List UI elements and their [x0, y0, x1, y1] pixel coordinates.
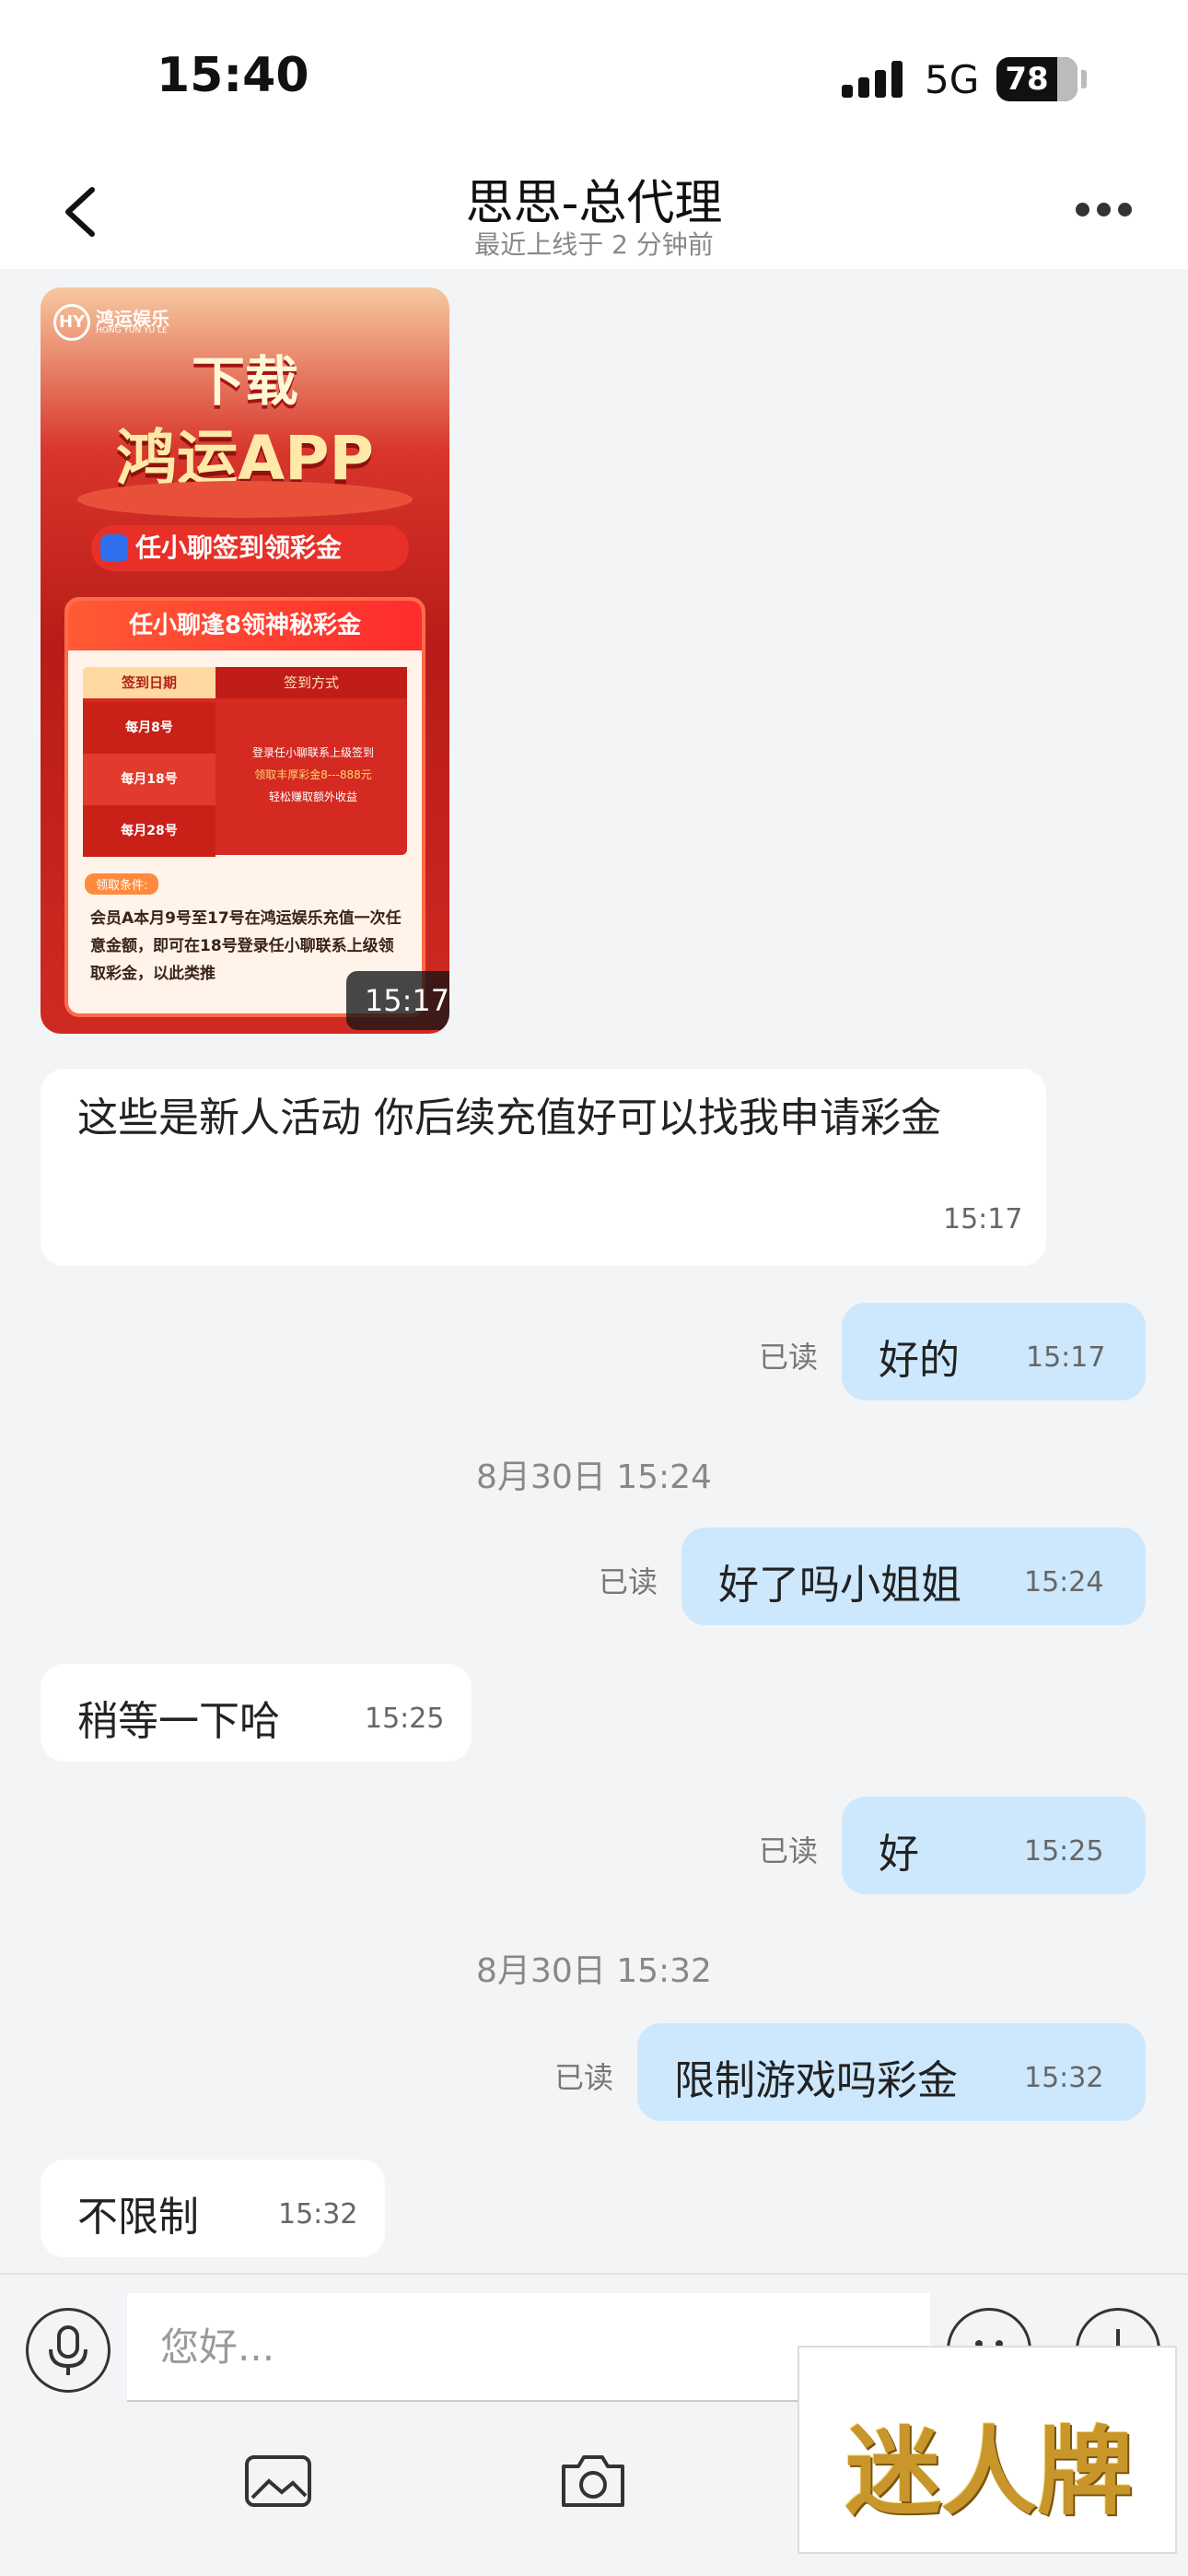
incoming-message[interactable]: 稍等一下哈 15:25 — [41, 1664, 472, 1762]
message-text: 好了吗小姐姐 — [718, 1562, 961, 1609]
read-receipt: 已读 — [759, 1833, 819, 1868]
read-receipt: 已读 — [759, 1340, 819, 1375]
status-time: 15:40 — [157, 48, 309, 103]
message-time: 15:17 — [1026, 1341, 1106, 1374]
message-text: 这些是新人活动 你后续充值好可以找我申请彩金 — [77, 1095, 941, 1142]
date-separator: 8月30日 15:32 — [476, 1952, 712, 1990]
read-receipt: 已读 — [554, 2060, 614, 2095]
chat-header: 思思-总代理 最近上线于 2 分钟前 — [0, 147, 1188, 269]
message-time: 15:25 — [365, 1703, 445, 1735]
camera-icon[interactable] — [556, 2444, 630, 2518]
message-time: 15:32 — [278, 2198, 358, 2231]
poster-table: 签到日期 签到方式 每月8号 每月18号 每月28号 登录任小聊联系上级签到 领… — [83, 667, 407, 857]
incoming-message[interactable]: 这些是新人活动 你后续充值好可以找我申请彩金 15:17 — [41, 1069, 1046, 1266]
contact-name[interactable]: 思思-总代理 — [0, 164, 1188, 233]
outgoing-message[interactable]: 好了吗小姐姐 15:24 — [681, 1528, 1146, 1625]
network-type: 5G — [925, 57, 980, 102]
incoming-message[interactable]: 不限制 15:32 — [41, 2160, 385, 2257]
poster-logo: HY 鸿运娱乐 HONG YUN YU LE — [53, 299, 192, 343]
message-time: 15:17 — [943, 1203, 1023, 1235]
promo-image-message[interactable]: HY 鸿运娱乐 HONG YUN YU LE 下载 鸿运APP 任小聊签到领彩金… — [41, 287, 449, 1034]
microphone-icon — [49, 2325, 87, 2375]
signal-icon — [842, 61, 906, 98]
message-text: 好 — [879, 1831, 919, 1878]
watermark-text: 迷人牌 — [844, 2415, 1133, 2528]
message-text: 限制游戏吗彩金 — [674, 2057, 958, 2104]
more-options-icon[interactable] — [1076, 203, 1133, 217]
battery-level: 78 — [1005, 61, 1049, 98]
message-text: 稍等一下哈 — [77, 1698, 280, 1745]
outgoing-message[interactable]: 好 15:25 — [842, 1797, 1146, 1894]
battery-icon: 78 — [996, 57, 1077, 101]
message-text: 不限制 — [77, 2194, 199, 2241]
outgoing-message[interactable]: 好的 15:17 — [842, 1303, 1146, 1400]
status-bar: 15:40 5G 78 — [0, 0, 1188, 147]
image-icon[interactable] — [241, 2444, 315, 2518]
poster-heading-line1: 下载 — [191, 350, 298, 413]
poster-sign-banner: 任小聊签到领彩金 — [91, 525, 409, 571]
chat-app-icon — [100, 534, 128, 562]
read-receipt: 已读 — [599, 1564, 658, 1599]
last-seen-status: 最近上线于 2 分钟前 — [474, 229, 714, 260]
message-list[interactable]: HY 鸿运娱乐 HONG YUN YU LE 下载 鸿运APP 任小聊签到领彩金… — [0, 269, 1188, 2273]
message-time: 15:25 — [1024, 1835, 1104, 1868]
watermark-logo: 迷人牌 — [798, 2346, 1177, 2554]
poster-info-card: 任小聊逢8领神秘彩金 签到日期 签到方式 每月8号 每月18号 每月28号 登录… — [64, 597, 425, 1017]
message-time: 15:24 — [1024, 1566, 1104, 1598]
message-time: 15:17 — [346, 971, 449, 1030]
voice-input-button[interactable] — [26, 2308, 111, 2393]
date-separator: 8月30日 15:24 — [476, 1458, 712, 1496]
poster-card-title: 任小聊逢8领神秘彩金 — [68, 601, 422, 650]
outgoing-message[interactable]: 限制游戏吗彩金 15:32 — [637, 2023, 1146, 2121]
message-time: 15:32 — [1024, 2062, 1104, 2094]
message-text: 好的 — [879, 1337, 960, 1384]
